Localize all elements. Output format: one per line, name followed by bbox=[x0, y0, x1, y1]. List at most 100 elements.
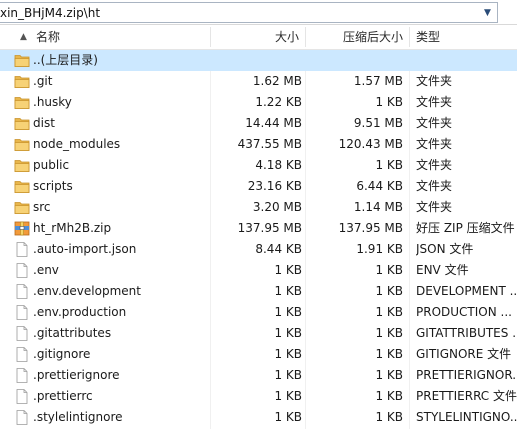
folder-icon bbox=[14, 158, 30, 173]
item-compressed-size: 1 KB bbox=[375, 95, 403, 109]
column-header-type[interactable]: 类型 bbox=[410, 25, 517, 49]
item-type: 文件夹 bbox=[416, 179, 453, 193]
file-icon bbox=[14, 284, 30, 299]
folder-icon bbox=[14, 53, 30, 68]
item-type: 文件夹 bbox=[416, 158, 453, 172]
file-icon bbox=[14, 326, 30, 341]
item-size: 23.16 KB bbox=[247, 179, 302, 193]
item-name: src bbox=[33, 200, 51, 214]
item-type: 文件夹 bbox=[416, 137, 453, 151]
item-name: node_modules bbox=[33, 137, 121, 151]
list-item[interactable]: .gitattributes 1 KB 1 KB GITATTRIBUTES ... bbox=[0, 323, 517, 344]
list-item[interactable]: .husky 1.22 KB 1 KB 文件夹 bbox=[0, 92, 517, 113]
list-item[interactable]: dist 14.44 MB 9.51 MB 文件夹 bbox=[0, 113, 517, 134]
item-type: 文件夹 bbox=[416, 95, 453, 109]
item-compressed-size: 1.57 MB bbox=[353, 74, 403, 88]
file-icon bbox=[14, 389, 30, 404]
item-compressed-size: 1.14 MB bbox=[353, 200, 403, 214]
item-size: 1 KB bbox=[274, 305, 302, 319]
list-item[interactable]: src 3.20 MB 1.14 MB 文件夹 bbox=[0, 197, 517, 218]
item-name: .env.production bbox=[33, 305, 127, 319]
item-compressed-size: 1 KB bbox=[375, 410, 403, 424]
column-header-size[interactable]: 大小 bbox=[211, 25, 305, 49]
list-item[interactable]: .env.development 1 KB 1 KB DEVELOPMENT ... bbox=[0, 281, 517, 302]
list-item[interactable]: .auto-import.json 8.44 KB 1.91 KB JSON 文件 bbox=[0, 239, 517, 260]
item-size: 437.55 MB bbox=[237, 137, 302, 151]
file-list: ..(上层目录) .git 1.62 MB 1.57 MB 文件夹 .husky 1.22 … bbox=[0, 50, 517, 428]
address-bar: xin_BHjM4.zip\ht ▼ bbox=[0, 0, 517, 25]
column-headers: ▲ 名称 大小 压缩后大小 类型 bbox=[0, 25, 517, 50]
item-name: dist bbox=[33, 116, 55, 130]
item-name: .gitignore bbox=[33, 347, 91, 361]
item-compressed-size: 1 KB bbox=[375, 263, 403, 277]
item-compressed-size: 1 KB bbox=[375, 347, 403, 361]
item-name: .env.development bbox=[33, 284, 141, 298]
item-type: 文件夹 bbox=[416, 74, 453, 88]
item-size: 1 KB bbox=[274, 263, 302, 277]
item-compressed-size: 9.51 MB bbox=[353, 116, 403, 130]
item-type: PRETTIERIGNOR... bbox=[416, 368, 517, 382]
item-size: 137.95 MB bbox=[237, 221, 302, 235]
list-item[interactable]: node_modules 437.55 MB 120.43 MB 文件夹 bbox=[0, 134, 517, 155]
item-compressed-size: 1.91 KB bbox=[356, 242, 403, 256]
list-item[interactable]: .stylelintignore 1 KB 1 KB STYLELINTIGNO... bbox=[0, 407, 517, 428]
item-size: 4.18 KB bbox=[255, 158, 302, 172]
item-type: ENV 文件 bbox=[416, 263, 469, 277]
item-name: scripts bbox=[33, 179, 73, 193]
item-type: JSON 文件 bbox=[416, 242, 474, 256]
item-size: 1 KB bbox=[274, 347, 302, 361]
list-item-parent-directory[interactable]: ..(上层目录) bbox=[0, 50, 517, 71]
item-compressed-size: 1 KB bbox=[375, 326, 403, 340]
file-icon bbox=[14, 305, 30, 320]
item-name: .gitattributes bbox=[33, 326, 112, 340]
list-item[interactable]: .prettierrc 1 KB 1 KB PRETTIERRC 文件 bbox=[0, 386, 517, 407]
item-name: .husky bbox=[33, 95, 72, 109]
item-type: DEVELOPMENT ... bbox=[416, 284, 517, 298]
item-compressed-size: 6.44 KB bbox=[356, 179, 403, 193]
file-icon bbox=[14, 263, 30, 278]
item-size: 1 KB bbox=[274, 326, 302, 340]
item-size: 1 KB bbox=[274, 410, 302, 424]
item-size: 1 KB bbox=[274, 284, 302, 298]
item-size: 8.44 KB bbox=[255, 242, 302, 256]
folder-icon bbox=[14, 74, 30, 89]
item-type: 文件夹 bbox=[416, 116, 453, 130]
chevron-down-icon[interactable]: ▼ bbox=[478, 3, 497, 22]
list-item[interactable]: .prettierignore 1 KB 1 KB PRETTIERIGNOR... bbox=[0, 365, 517, 386]
item-name: .git bbox=[33, 74, 53, 88]
file-icon bbox=[14, 242, 30, 257]
item-type: STYLELINTIGNO... bbox=[416, 410, 517, 424]
item-compressed-size: 1 KB bbox=[375, 389, 403, 403]
list-item[interactable]: scripts 23.16 KB 6.44 KB 文件夹 bbox=[0, 176, 517, 197]
item-size: 1 KB bbox=[274, 368, 302, 382]
item-compressed-size: 1 KB bbox=[375, 284, 403, 298]
file-icon bbox=[14, 410, 30, 425]
item-name: ht_rMh2B.zip bbox=[33, 221, 112, 235]
folder-icon bbox=[14, 95, 30, 110]
item-type: 好压 ZIP 压缩文件 bbox=[416, 221, 515, 235]
item-size: 1.22 KB bbox=[255, 95, 302, 109]
item-compressed-size: 120.43 MB bbox=[338, 137, 403, 151]
item-compressed-size: 1 KB bbox=[375, 368, 403, 382]
list-item[interactable]: public 4.18 KB 1 KB 文件夹 bbox=[0, 155, 517, 176]
item-name: ..(上层目录) bbox=[33, 53, 98, 67]
item-name: .prettierrc bbox=[33, 389, 93, 403]
item-size: 1.62 MB bbox=[252, 74, 302, 88]
item-size: 1 KB bbox=[274, 389, 302, 403]
list-item[interactable]: .gitignore 1 KB 1 KB GITIGNORE 文件 bbox=[0, 344, 517, 365]
list-item[interactable]: .env 1 KB 1 KB ENV 文件 bbox=[0, 260, 517, 281]
file-icon bbox=[14, 347, 30, 362]
item-size: 14.44 MB bbox=[245, 116, 302, 130]
item-compressed-size: 137.95 MB bbox=[338, 221, 403, 235]
item-type: PRETTIERRC 文件 bbox=[416, 389, 517, 403]
item-compressed-size: 1 KB bbox=[375, 158, 403, 172]
item-type: GITATTRIBUTES ... bbox=[416, 326, 517, 340]
address-field[interactable]: xin_BHjM4.zip\ht ▼ bbox=[0, 2, 498, 23]
list-item[interactable]: .env.production 1 KB 1 KB PRODUCTION ... bbox=[0, 302, 517, 323]
list-item[interactable]: .git 1.62 MB 1.57 MB 文件夹 bbox=[0, 71, 517, 92]
column-header-name[interactable]: ▲ 名称 bbox=[0, 25, 210, 49]
item-size: 3.20 MB bbox=[252, 200, 302, 214]
list-item[interactable]: ht_rMh2B.zip 137.95 MB 137.95 MB 好压 ZIP 压缩文… bbox=[0, 218, 517, 239]
folder-icon bbox=[14, 200, 30, 215]
column-header-compressed-size[interactable]: 压缩后大小 bbox=[306, 25, 409, 49]
